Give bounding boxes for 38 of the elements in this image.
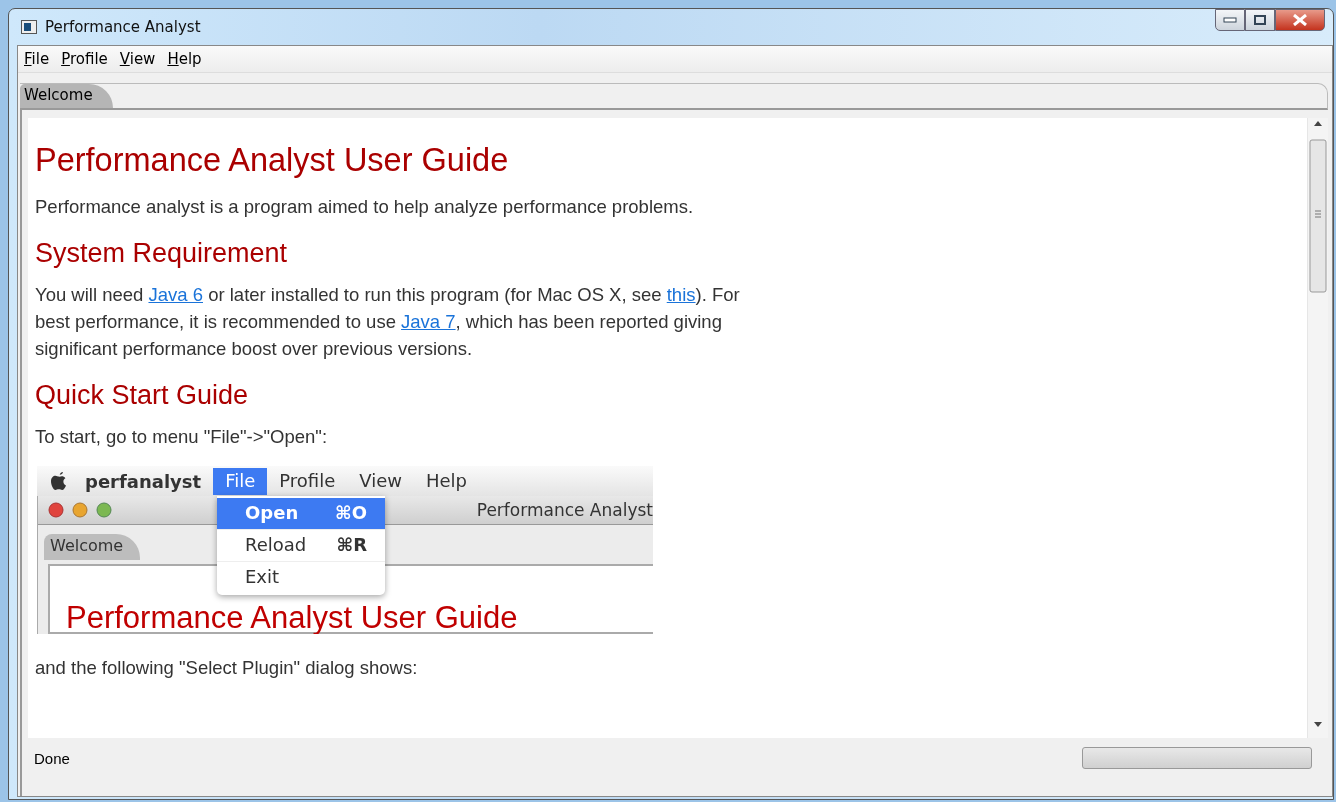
- paragraph: and the following "Select Plugin" dialog shows:: [35, 656, 419, 680]
- menu-item[interactable]: View: [347, 467, 414, 495]
- menu-item[interactable]: View: [115, 50, 164, 68]
- paragraph: Performance analyst is a program aimed to help analyze performance problems.: [35, 195, 695, 219]
- section-heading: System Requirement: [35, 238, 289, 269]
- menu-option[interactable]: Reload ⌘R: [217, 530, 385, 562]
- menu-item[interactable]: File: [213, 467, 268, 495]
- link[interactable]: Java 6: [148, 284, 203, 305]
- app-name: perfanalyst: [85, 470, 202, 492]
- close-icon[interactable]: [48, 502, 64, 518]
- window-title: Performance Analyst: [476, 500, 653, 520]
- section-heading: Quick Start Guide: [35, 380, 250, 411]
- status-text: Done: [34, 749, 70, 767]
- window-title: Performance Analyst: [45, 18, 201, 36]
- guide-title: Performance Analyst User Guide: [66, 600, 518, 634]
- menu-option[interactable]: Open ⌘O: [217, 498, 385, 530]
- zoom-icon[interactable]: [96, 502, 112, 518]
- minimize-icon[interactable]: [72, 502, 88, 518]
- window-app-icon: [21, 20, 37, 34]
- maximize-button[interactable]: [1245, 9, 1275, 31]
- link[interactable]: this: [666, 284, 696, 305]
- menu-item[interactable]: File: [20, 50, 58, 68]
- guide-title: Performance Analyst User Guide: [35, 142, 510, 179]
- minimize-icon: [1223, 17, 1237, 23]
- menu-item[interactable]: Profile: [57, 50, 116, 68]
- tab[interactable]: Welcome: [20, 84, 113, 108]
- menu-item[interactable]: Help: [163, 50, 210, 68]
- link[interactable]: Java 7: [401, 311, 456, 332]
- close-icon: [1292, 14, 1308, 26]
- maximize-icon: [1254, 15, 1266, 25]
- menu-option[interactable]: Exit: [217, 562, 385, 595]
- tab[interactable]: Welcome: [44, 534, 140, 560]
- paragraph: To start, go to menu "File"->"Open":: [35, 425, 329, 449]
- menu-item[interactable]: Profile: [267, 467, 348, 495]
- close-button[interactable]: [1275, 9, 1325, 31]
- paragraph: You will need Java 6 or later installed to run this program (for Mac OS X, see this). For best performance, it is recommended to use Java 7, which has been reported giving significant performance boost over previous versions.: [35, 283, 741, 361]
- minimize-button[interactable]: [1215, 9, 1245, 31]
- menu-item[interactable]: Help: [413, 467, 479, 495]
